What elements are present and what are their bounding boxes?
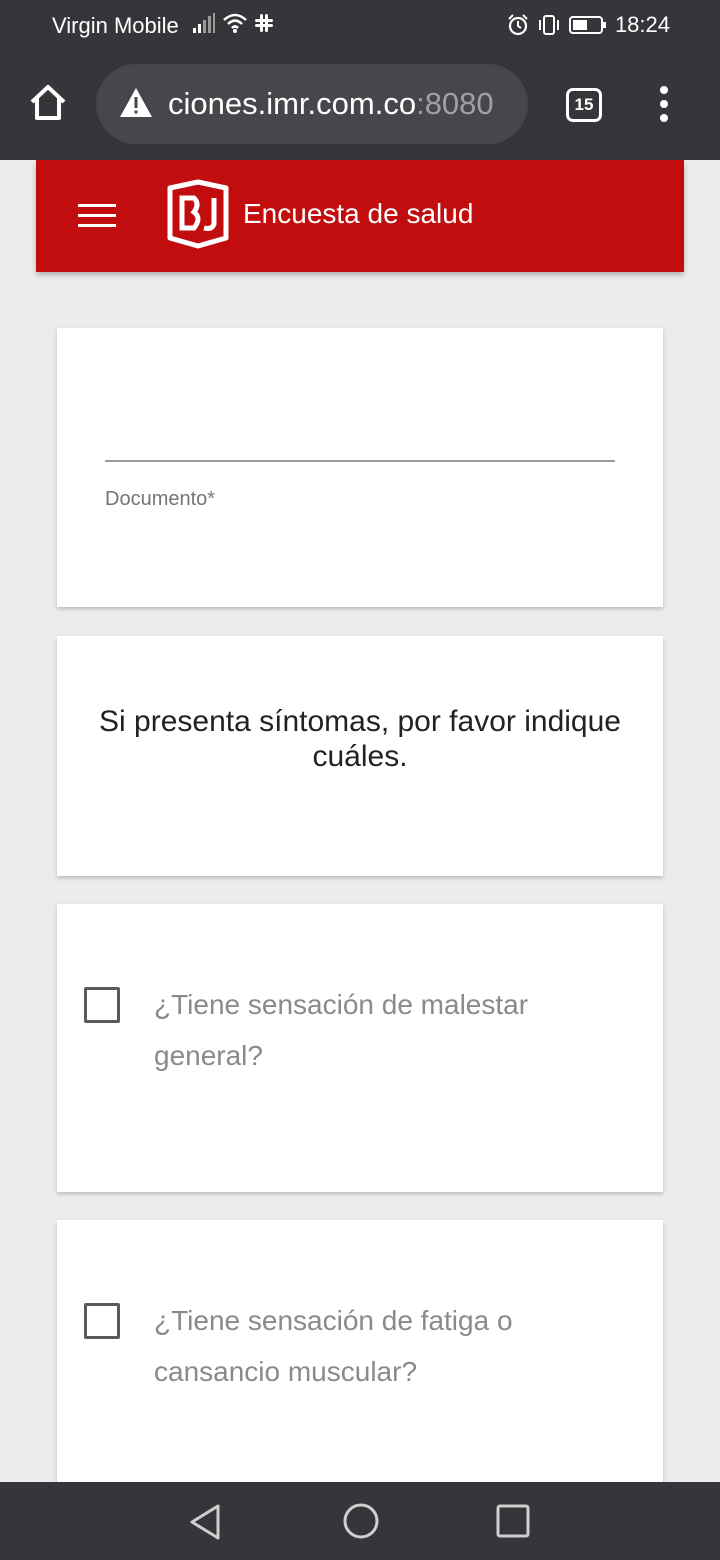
alarm-icon (508, 14, 528, 36)
question-card: ¿Tiene sensación de fatiga o cansancio m… (57, 1220, 663, 1500)
url-text[interactable]: ciones.imr.com.co:8080 (168, 86, 494, 122)
document-card: Documento* (57, 328, 663, 607)
question-card: ¿Tiene sensación de malestar general? (57, 904, 663, 1192)
back-icon[interactable] (186, 1502, 226, 1542)
app-header: Encuesta de salud (36, 160, 684, 272)
carrier-name: Virgin Mobile (52, 13, 179, 38)
tab-switcher-button[interactable]: 15 (566, 88, 602, 122)
url-host: ciones.imr.com.co (168, 86, 417, 121)
warning-icon[interactable] (118, 86, 154, 120)
wifi-icon (223, 13, 247, 33)
signal-icon (193, 13, 215, 33)
page-title: Encuesta de salud (243, 198, 474, 229)
url-port: :8080 (416, 86, 494, 121)
recent-apps-icon[interactable] (496, 1504, 530, 1538)
battery-icon (568, 16, 606, 34)
home-icon[interactable] (26, 80, 70, 124)
vibrate-icon (538, 15, 559, 35)
address-bar[interactable]: ciones.imr.com.co:8080 (96, 64, 528, 144)
slack-icon (255, 14, 273, 32)
brand-logo (167, 179, 229, 249)
question-label[interactable]: ¿Tiene sensación de malestar general? (154, 979, 574, 1081)
document-label: Documento* (105, 488, 216, 510)
more-options-icon[interactable] (650, 84, 678, 124)
status-icons-left (192, 12, 274, 34)
clock: 18:24 (614, 12, 670, 37)
home-nav-icon[interactable] (342, 1502, 380, 1540)
fatiga-checkbox[interactable] (84, 1303, 120, 1339)
status-icons-right: 18:24 (507, 12, 670, 38)
malestar-checkbox[interactable] (84, 987, 120, 1023)
browser-toolbar: ciones.imr.com.co:8080 15 (0, 50, 720, 160)
question-label[interactable]: ¿Tiene sensación de fatiga o cansancio m… (154, 1295, 574, 1397)
document-field[interactable] (105, 388, 615, 462)
system-navigation-bar (0, 1482, 720, 1560)
document-input-underline (105, 460, 615, 462)
symptoms-heading-card: Si presenta síntomas, por favor indique … (57, 636, 663, 876)
status-bar: Virgin Mobile 18:24 (0, 0, 720, 50)
menu-icon[interactable] (78, 202, 116, 230)
symptoms-heading: Si presenta síntomas, por favor indique … (99, 705, 621, 773)
